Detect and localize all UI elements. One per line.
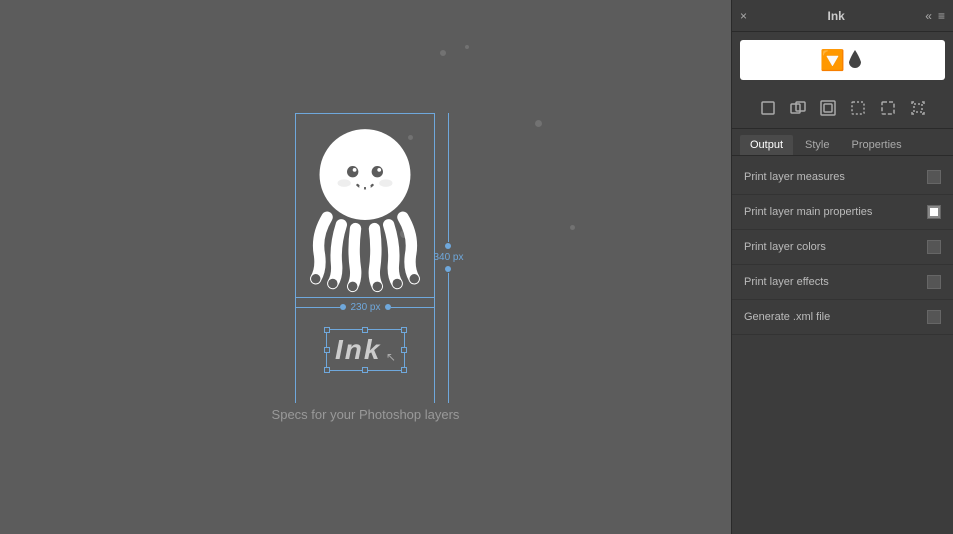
canvas-area: 340 px <box>0 0 731 534</box>
h-measure-line-right <box>391 307 436 308</box>
artwork-container: 340 px <box>272 113 460 422</box>
cursor-icon: ↖ <box>386 350 396 364</box>
setting-label-print-layer-colors: Print layer colors <box>744 241 927 253</box>
setting-label-generate-xml-file: Generate .xml file <box>744 311 927 323</box>
handle-bl <box>324 367 330 373</box>
v-line-bottom <box>448 273 449 403</box>
square-inner-rect-icon[interactable] <box>814 94 842 122</box>
single-rect-icon[interactable] <box>754 94 782 122</box>
corner-handles-rect-icon[interactable] <box>904 94 932 122</box>
dotted-rect-icon[interactable] <box>844 94 872 122</box>
h-measure-line-left <box>295 307 340 308</box>
handle-tl <box>324 327 330 333</box>
handle-tr <box>401 327 407 333</box>
checkbox-print-layer-main-properties[interactable] <box>927 205 941 219</box>
checkbox-print-layer-effects[interactable] <box>927 275 941 289</box>
setting-row-generate-xml-file: Generate .xml file <box>732 300 953 335</box>
panel: × Ink « ≡ 🔽 <box>731 0 953 534</box>
dot <box>535 120 542 127</box>
setting-row-print-layer-measures: Print layer measures <box>732 160 953 195</box>
handle-br <box>401 367 407 373</box>
checkbox-generate-xml-file[interactable] <box>927 310 941 324</box>
logo-text-box: Ink ↖ <box>326 329 405 371</box>
logo-text-wrapper: Ink ↖ <box>326 329 405 371</box>
setting-row-print-layer-main-properties: Print layer main properties <box>732 195 953 230</box>
vertical-measure: 340 px <box>433 113 463 403</box>
h-line-bottom <box>295 297 435 298</box>
close-icon[interactable]: × <box>740 9 747 23</box>
dot <box>570 225 575 230</box>
tabs: Output Style Properties <box>732 129 953 156</box>
v-line-right <box>434 113 435 403</box>
collapse-icon[interactable]: « <box>925 9 932 23</box>
tab-style[interactable]: Style <box>795 135 839 155</box>
handle-lm <box>324 347 330 353</box>
dot <box>440 50 446 56</box>
measure-container: 340 px <box>295 113 435 298</box>
checkbox-print-layer-colors[interactable] <box>927 240 941 254</box>
panel-header-icons: « ≡ <box>925 9 945 23</box>
handle-bm <box>362 367 368 373</box>
v-dot-bottom <box>445 266 451 272</box>
menu-icon[interactable]: ≡ <box>938 9 945 23</box>
setting-label-print-layer-main-properties: Print layer main properties <box>744 206 927 218</box>
icon-toolbar <box>732 88 953 129</box>
double-rect-icon[interactable] <box>784 94 812 122</box>
setting-row-print-layer-effects: Print layer effects <box>732 265 953 300</box>
tab-output[interactable]: Output <box>740 135 793 155</box>
dot <box>465 45 469 49</box>
panel-title: Ink <box>827 9 844 23</box>
v-dot-top <box>445 243 451 249</box>
handle-rm <box>401 347 407 353</box>
setting-label-print-layer-effects: Print layer effects <box>744 276 927 288</box>
droplet-svg <box>845 48 865 72</box>
checkbox-print-layer-measures[interactable] <box>927 170 941 184</box>
v-line-left <box>295 113 296 403</box>
v-line-top <box>448 113 449 243</box>
vertical-measure-label: 340 px <box>433 252 463 263</box>
panel-header: × Ink « ≡ <box>732 0 953 32</box>
setting-label-print-layer-measures: Print layer measures <box>744 171 927 183</box>
logo-text: Ink <box>335 334 381 365</box>
dashed-rect-icon[interactable] <box>874 94 902 122</box>
setting-row-print-layer-colors: Print layer colors <box>732 230 953 265</box>
h-line-top <box>295 113 435 114</box>
settings-list: Print layer measures Print layer main pr… <box>732 156 953 534</box>
horizontal-measure-label: 230 px <box>346 302 384 313</box>
color-swatch[interactable]: 🔽 <box>740 40 945 80</box>
octopus-illustration <box>295 113 435 293</box>
handle-tm <box>362 327 368 333</box>
droplet-icon: 🔽 <box>820 48 845 73</box>
tagline: Specs for your Photoshop layers <box>272 407 460 422</box>
tab-properties[interactable]: Properties <box>842 135 912 155</box>
horizontal-measure: 230 px <box>295 302 435 313</box>
